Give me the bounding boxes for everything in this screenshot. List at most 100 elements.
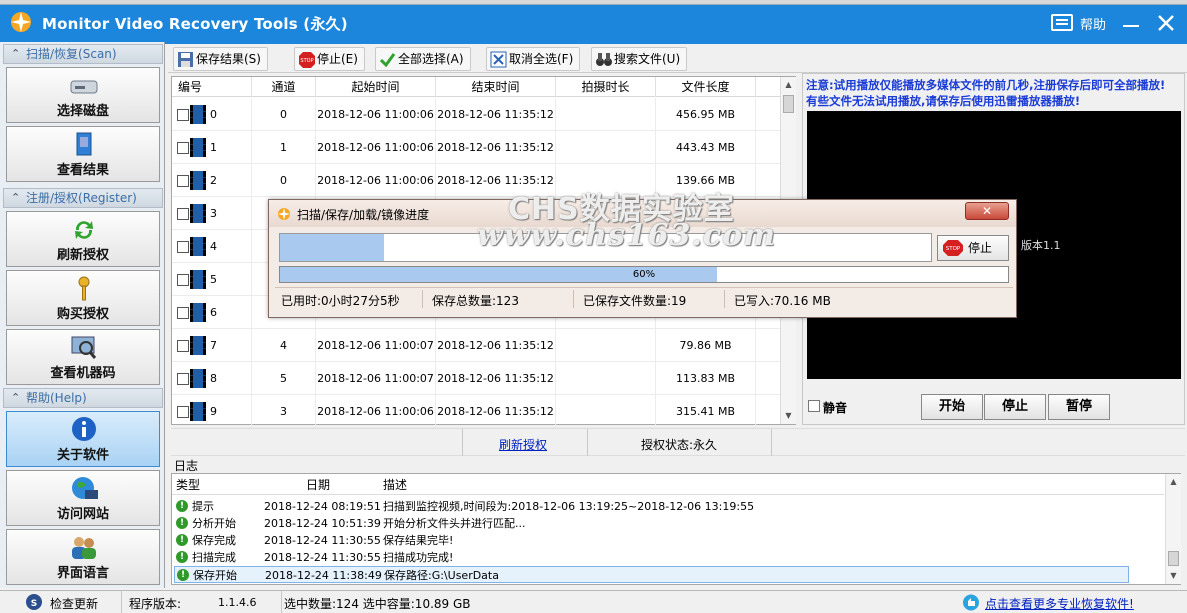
app-logo-icon <box>11 12 31 32</box>
row-checkbox[interactable] <box>177 406 189 418</box>
log-row[interactable]: ! 保存开始 2018-12-24 11:38:49 保存路径:G:\UserData <box>174 566 1129 583</box>
checkmark-icon <box>379 53 396 68</box>
row-checkbox[interactable] <box>177 307 189 319</box>
log-row[interactable]: ! 分析开始 2018-12-24 10:51:39 开始分析文件头并进行匹配... <box>174 515 1129 532</box>
log-col-type[interactable]: 类型 <box>176 476 200 494</box>
scroll-thumb[interactable] <box>783 95 794 113</box>
dialog-close-button[interactable]: ✕ <box>965 202 1009 220</box>
video-file-icon <box>190 369 206 388</box>
visit-website-button[interactable]: 访问网站 <box>6 470 160 526</box>
select-disk-button[interactable]: 选择磁盘 <box>6 67 160 123</box>
help-label[interactable]: 帮助 <box>1080 14 1106 33</box>
row-checkbox[interactable] <box>177 274 189 286</box>
row-checkbox[interactable] <box>177 109 189 121</box>
selection-summary: 选中数量:124 选中容量:10.89 GB <box>284 597 471 611</box>
log-row[interactable]: ! 提示 2018-12-24 08:19:51 扫描到监控视频,时间段为:2018-… <box>174 498 1129 515</box>
sidebar-header-scan[interactable]: ⌃ 扫描/恢复(Scan) <box>3 44 163 64</box>
save-results-button[interactable]: 保存结果(S) <box>173 47 268 71</box>
chevron-up-icon: ⌃ <box>11 391 21 404</box>
view-machine-code-button[interactable]: 查看机器码 <box>6 329 160 385</box>
row-id: 0 <box>210 108 217 121</box>
table-row[interactable]: 9 3 2018-12-06 11:00:06 2018-12-06 11:35:12… <box>172 395 780 428</box>
col-end-time[interactable]: 结束时间 <box>436 77 556 97</box>
play-start-button[interactable]: 开始 <box>921 394 983 420</box>
col-id[interactable]: 编号 <box>172 77 252 97</box>
sidebar-header-register[interactable]: ⌃ 注册/授权(Register) <box>3 188 163 208</box>
about-software-button[interactable]: 关于软件 <box>6 411 160 467</box>
deselect-all-button[interactable]: 取消全选(F) <box>486 47 581 71</box>
divider <box>422 290 423 308</box>
interface-language-button[interactable]: 界面语言 <box>6 529 160 585</box>
log-scrollbar[interactable]: ▲ ▼ <box>1165 474 1181 584</box>
log-date: 2018-12-24 11:38:49 <box>265 569 382 582</box>
scroll-down-icon[interactable]: ▼ <box>1166 568 1181 584</box>
select-all-button[interactable]: 全部选择(A) <box>375 47 471 71</box>
scroll-up-icon[interactable]: ▲ <box>1166 474 1181 490</box>
row-checkbox[interactable] <box>177 373 189 385</box>
play-stop-button[interactable]: 停止 <box>984 394 1046 420</box>
search-files-button[interactable]: 搜索文件(U) <box>591 47 688 71</box>
minimize-icon <box>1123 25 1139 27</box>
more-software-link[interactable]: 点击查看更多专业恢复软件! <box>985 595 1134 612</box>
close-button[interactable] <box>1152 9 1180 37</box>
row-checkbox[interactable] <box>177 340 189 352</box>
refresh-license-button[interactable]: 刷新授权 <box>6 211 160 267</box>
svg-text:STOP: STOP <box>946 246 961 252</box>
cell-id: 6 <box>172 296 252 329</box>
success-icon: ! <box>177 569 189 581</box>
log-panel: 类型 日期 描述 ! 提示 2018-12-24 08:19:51 扫描到监控视频,时… <box>171 473 1181 585</box>
mute-checkbox[interactable] <box>808 400 820 412</box>
col-channel[interactable]: 通道 <box>252 77 316 97</box>
table-row[interactable]: 7 4 2018-12-06 11:00:07 2018-12-06 11:35:12… <box>172 329 780 362</box>
table-row[interactable]: 8 5 2018-12-06 11:00:07 2018-12-06 11:35:12… <box>172 362 780 395</box>
magnifier-icon <box>71 336 97 359</box>
log-col-desc[interactable]: 描述 <box>383 476 407 494</box>
cell-size: 315.41 MB <box>656 395 756 428</box>
cell-start: 2018-12-06 11:00:06 <box>316 98 436 131</box>
users-icon <box>72 537 96 559</box>
help-icon[interactable] <box>1051 14 1073 31</box>
table-row[interactable]: 1 1 2018-12-06 11:00:06 2018-12-06 11:35:12… <box>172 131 780 164</box>
row-checkbox[interactable] <box>177 241 189 253</box>
success-icon: ! <box>176 551 188 563</box>
buy-license-button[interactable]: 购买授权 <box>6 270 160 326</box>
sidebar-header-help[interactable]: ⌃ 帮助(Help) <box>3 388 163 408</box>
col-start-time[interactable]: 起始时间 <box>316 77 436 97</box>
col-duration[interactable]: 拍摄时长 <box>556 77 656 97</box>
row-id: 6 <box>210 306 217 319</box>
play-pause-button[interactable]: 暂停 <box>1048 394 1110 420</box>
log-date: 2018-12-24 11:30:55 <box>264 551 381 564</box>
cell-id: 7 <box>172 329 252 362</box>
preview-notice: 注意:试用播放仅能播放多媒体文件的前几秒,注册保存后即可全部播放! 有些文件无法… <box>806 78 1166 108</box>
log-scroll-thumb[interactable] <box>1168 551 1179 566</box>
success-icon: ! <box>176 534 188 546</box>
svg-text:STOP: STOP <box>300 58 313 64</box>
row-checkbox[interactable] <box>177 208 189 220</box>
row-id: 7 <box>210 339 217 352</box>
log-col-date[interactable]: 日期 <box>306 476 330 494</box>
log-date: 2018-12-24 08:19:51 <box>264 500 381 513</box>
row-checkbox[interactable] <box>177 142 189 154</box>
refresh-license-link[interactable]: 刷新授权 <box>499 436 547 453</box>
minimize-button[interactable] <box>1118 9 1144 35</box>
cell-id: 4 <box>172 230 252 263</box>
view-results-button[interactable]: 查看结果 <box>6 126 160 182</box>
log-header-divider <box>172 494 1164 495</box>
cell-id: 5 <box>172 263 252 296</box>
log-type: 保存开始 <box>193 569 237 582</box>
scroll-down-icon[interactable]: ▼ <box>781 408 796 424</box>
scroll-up-icon[interactable]: ▲ <box>781 77 796 93</box>
dialog-stop-button[interactable]: STOP 停止(E) <box>937 235 1009 279</box>
divider <box>573 290 574 308</box>
col-file-size[interactable]: 文件长度 <box>656 77 756 97</box>
row-id: 3 <box>210 207 217 220</box>
stop-button[interactable]: STOP 停止(E) <box>294 47 365 71</box>
log-desc: 扫描到监控视频,时间段为:2018-12-06 13:19:25~2018-12… <box>383 500 755 513</box>
cell-end: 2018-12-06 11:35:12 <box>436 329 556 362</box>
log-row[interactable]: ! 扫描完成 2018-12-24 11:30:55 扫描成功完成! <box>174 549 1129 566</box>
log-row[interactable]: ! 保存完成 2018-12-24 11:30:55 保存结果完毕! <box>174 532 1129 549</box>
row-checkbox[interactable] <box>177 175 189 187</box>
table-row[interactable]: 0 0 2018-12-06 11:00:06 2018-12-06 11:35:12… <box>172 98 780 131</box>
check-update-button[interactable]: 检查更新 <box>50 595 98 612</box>
mute-label: 静音 <box>823 401 848 415</box>
